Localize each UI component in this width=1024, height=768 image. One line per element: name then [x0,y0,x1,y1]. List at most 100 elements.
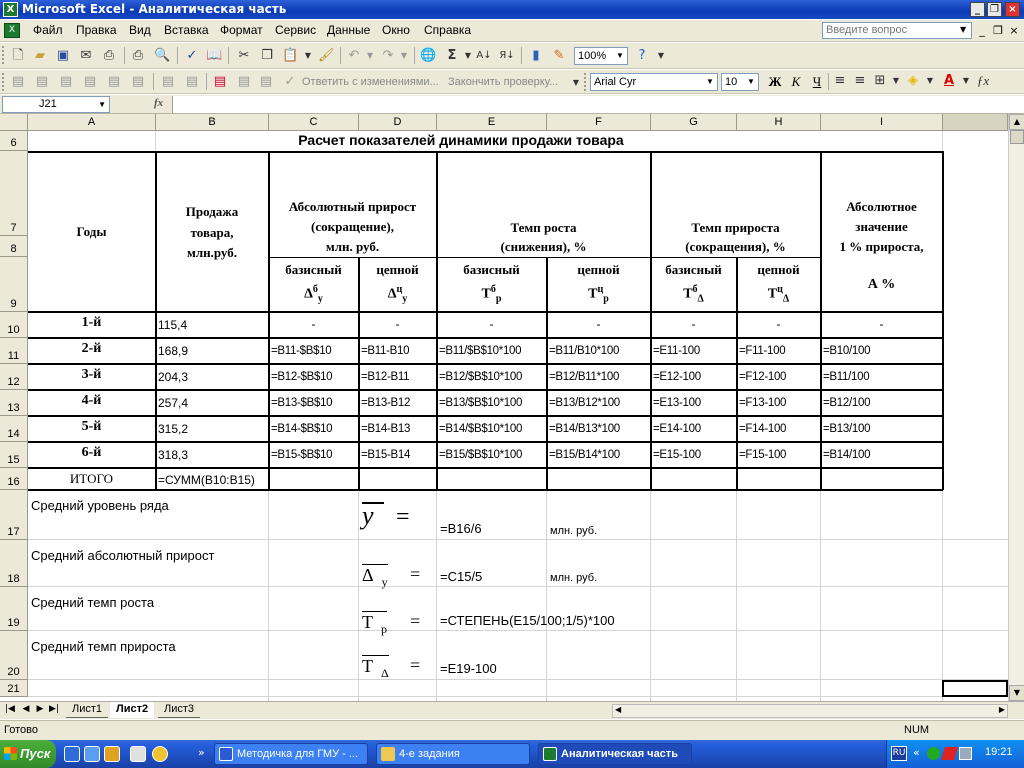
cell-formula[interactable]: =B11-$B$10 [271,344,332,359]
task-excel[interactable]: Аналитическая часть [538,743,692,765]
tray-app-icon[interactable] [927,747,940,760]
menu-file[interactable]: Файл [33,23,63,37]
selected-cell-j21[interactable] [942,680,1008,697]
cell-year[interactable]: 2-й [28,341,155,356]
italic-button[interactable]: К [786,73,806,91]
cell-formula[interactable]: - [269,317,358,332]
review-icon[interactable]: ▤ [106,74,122,90]
scroll-up-icon[interactable]: ▲ [1009,114,1024,130]
cell-formula[interactable]: =B13-B12 [361,396,410,411]
cell-formula[interactable]: =B11-B10 [361,344,410,359]
print-preview-icon[interactable]: 🔍 [154,48,170,64]
font-color-dropdown-icon[interactable]: ▼ [958,73,974,89]
research-icon[interactable]: 📖 [206,48,222,64]
review-icon[interactable]: ▤ [34,74,50,90]
outlook-icon[interactable] [104,746,120,762]
cell-formula[interactable]: =B12-$B$10 [271,370,333,385]
worksheet-grid[interactable]: A B C D E F G H I 6 7 8 9 10 11 12 13 14… [0,114,1008,701]
review-icon[interactable]: ▤ [130,74,146,90]
cell-formula[interactable]: =B13/100 [823,422,870,437]
cell-year[interactable]: 1-й [28,315,155,330]
chevron-down-icon[interactable]: ▼ [98,97,106,112]
column-header-j[interactable] [943,114,1008,131]
fill-color-dropdown-icon[interactable]: ▼ [922,73,938,89]
row-header-18[interactable]: 18 [0,540,28,587]
summary-label[interactable]: Средний темп роста [31,595,154,610]
cell-formula[interactable]: =E11-100 [653,344,700,359]
font-size-select[interactable]: 10 ▼ [721,73,759,91]
summary-formula[interactable]: =B16/6 [440,521,482,536]
end-review-button[interactable]: Закончить проверку... [448,76,558,88]
cell-formula[interactable]: =F15-100 [739,448,786,463]
cell-formula[interactable]: =B14/$B$10*100 [439,422,522,437]
align-center-icon[interactable]: ≡ [852,73,868,89]
column-header-f[interactable]: F [547,114,651,131]
select-all-corner[interactable] [0,114,28,131]
redo-dropdown-icon[interactable]: ▼ [396,48,412,64]
minimize-button[interactable]: _ [970,2,985,17]
row-header-9[interactable]: 9 [0,257,28,312]
cell-formula[interactable]: - [821,317,942,332]
next-sheet-icon[interactable]: ▶ [34,704,46,714]
menu-insert[interactable]: Вставка [164,23,209,37]
align-left-icon[interactable]: ≡ [832,73,848,89]
column-header-e[interactable]: E [437,114,547,131]
antivirus-icon[interactable] [941,747,958,760]
review-icon[interactable]: ▤ [212,74,228,90]
autosum-icon[interactable]: Σ [444,48,460,64]
doc-restore-icon[interactable]: ❐ [991,24,1005,37]
paste-icon[interactable]: 📋 [282,48,298,64]
cell-formula[interactable]: =B11/$B$10*100 [439,344,522,359]
ie-icon[interactable] [64,746,80,762]
cell-formula[interactable]: =F14-100 [739,422,786,437]
redo-icon[interactable]: ↷ [380,48,396,64]
cell-sales[interactable]: 315,2 [158,422,188,437]
font-name-select[interactable]: Arial Cyr ▼ [590,73,718,91]
new-icon[interactable]: 🗋 [10,48,26,64]
row-header-21[interactable]: 21 [0,680,28,697]
undo-icon[interactable]: ↶ [346,48,362,64]
save-icon[interactable]: ▣ [55,48,71,64]
menu-edit[interactable]: Правка [76,23,117,37]
toolbar-grip[interactable] [584,73,587,91]
tab-sheet3[interactable]: Лист3 [158,702,201,718]
vertical-scrollbar[interactable]: ▲ ▼ [1008,114,1024,701]
hyperlink-icon[interactable]: 🌐 [420,48,436,64]
row-header-14[interactable]: 14 [0,416,28,442]
workbook-icon[interactable]: X [4,23,20,38]
scroll-down-icon[interactable]: ▼ [1009,685,1024,701]
cell-formula[interactable]: =B15/B14*100 [549,448,620,463]
copy-icon[interactable]: ❐ [259,48,275,64]
menu-format[interactable]: Формат [220,23,263,37]
function-icon[interactable]: ƒx [975,73,991,89]
cell-formula[interactable]: =B12/B11*100 [549,370,619,385]
media-icon[interactable] [130,746,146,762]
cell-formula[interactable]: - [547,317,650,332]
review-icon[interactable]: ▤ [160,74,176,90]
menu-window[interactable]: Окно [382,23,410,37]
cell-formula[interactable]: =B14/B13*100 [549,422,620,437]
chevron-down-icon[interactable]: ▼ [960,25,966,34]
horizontal-scrollbar[interactable]: ◀ ▶ [612,704,1008,718]
cell-sales[interactable]: 115,4 [158,318,187,333]
review-icon[interactable]: ▤ [236,74,252,90]
row-header-20[interactable]: 20 [0,631,28,680]
review-icon[interactable]: ▤ [58,74,74,90]
cell-formula[interactable]: =B14-B13 [361,422,410,437]
format-painter-icon[interactable]: 🖌 [318,48,335,64]
row-header-10[interactable]: 10 [0,312,28,338]
cell-formula[interactable]: =F12-100 [739,370,786,385]
row-header-19[interactable]: 19 [0,587,28,631]
doc-close-icon[interactable]: × [1007,24,1021,37]
cell-formula[interactable]: =E14-100 [653,422,701,437]
print-icon[interactable]: ⎙ [130,48,146,64]
cell-formula[interactable]: - [437,317,546,332]
toolbar-grip[interactable] [2,46,5,64]
cell-formula[interactable]: =B15/$B$10*100 [439,448,522,463]
row-header-16[interactable]: 16 [0,468,28,490]
cell-formula[interactable]: =B11/100 [823,370,870,385]
cell-formula[interactable]: =E12-100 [653,370,701,385]
help-search-input[interactable]: Введите вопрос [822,22,972,39]
cell-formula[interactable]: =B12/$B$10*100 [439,370,522,385]
summary-formula[interactable]: =СТЕПЕНЬ(E15/100;1/5)*100 [440,613,615,628]
